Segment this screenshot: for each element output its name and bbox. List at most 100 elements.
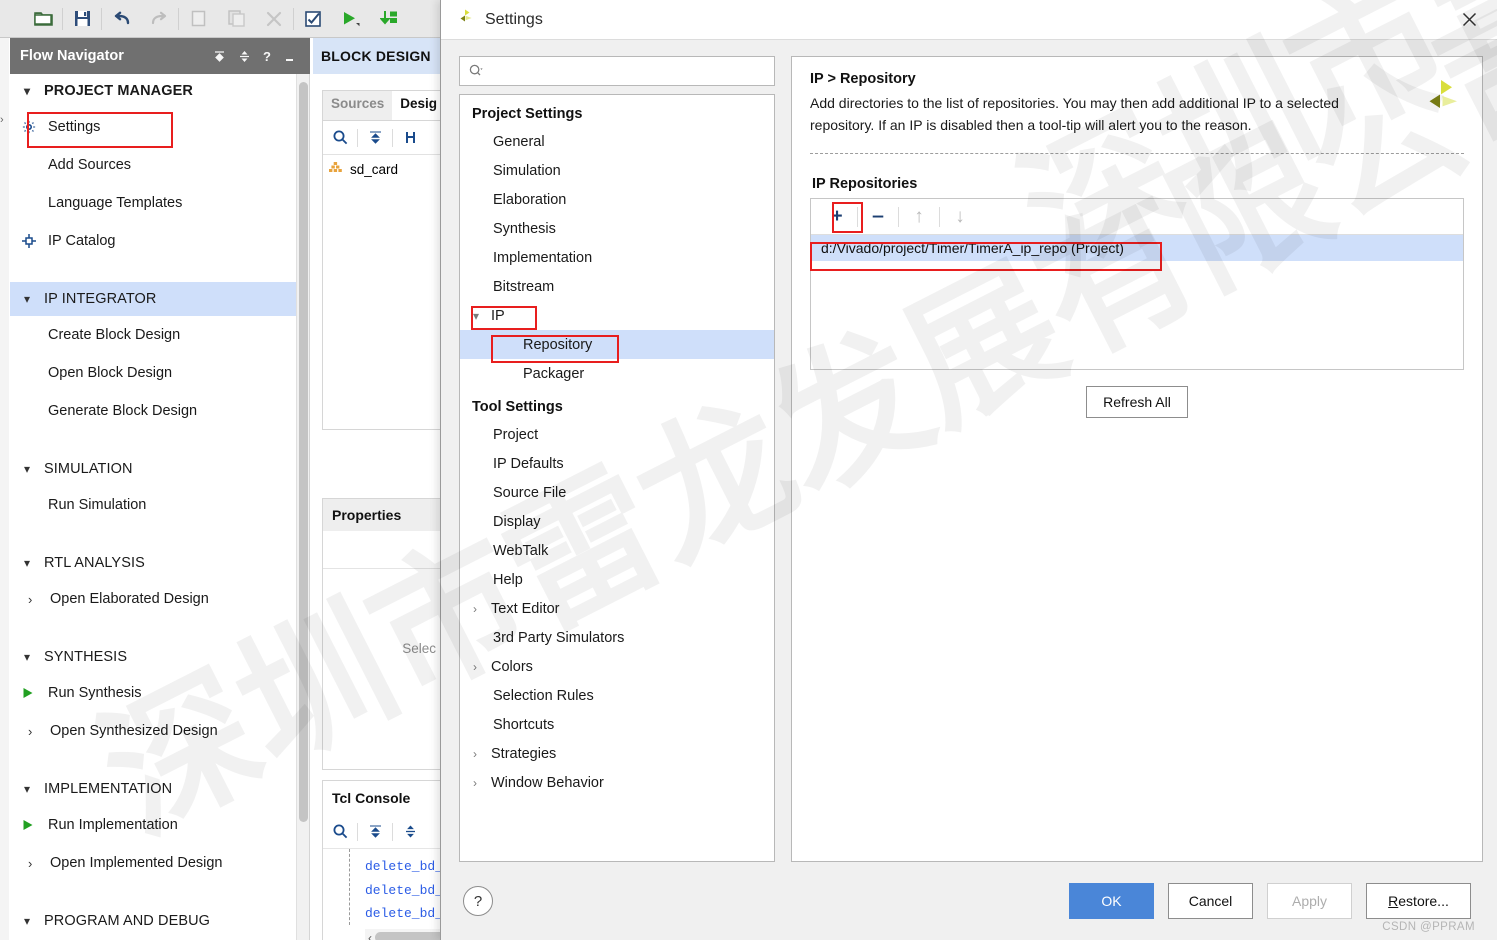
chevron-right-icon[interactable]: › bbox=[473, 602, 491, 616]
chevron-right-icon[interactable]: › bbox=[473, 776, 491, 790]
settings-tree-item-elaboration[interactable]: Elaboration bbox=[460, 185, 774, 214]
settings-tree-item-help[interactable]: Help bbox=[460, 565, 774, 594]
settings-tree-item-source-file[interactable]: Source File bbox=[460, 478, 774, 507]
sources-panel: Sources Desig sd_card bbox=[322, 90, 446, 430]
flow-item-ip-catalog[interactable]: IP Catalog bbox=[10, 222, 309, 260]
block-design-tab[interactable]: BLOCK DESIGN bbox=[313, 38, 440, 74]
settings-tree[interactable]: Project Settings General Simulation Elabor… bbox=[459, 94, 775, 862]
settings-tree-item-packager[interactable]: Packager bbox=[460, 359, 774, 388]
flow-item-add-sources[interactable]: Add Sources bbox=[10, 146, 309, 184]
flow-item-label: Open Elaborated Design bbox=[50, 591, 209, 607]
tab-sources[interactable]: Sources bbox=[323, 91, 392, 120]
search-icon bbox=[469, 64, 483, 78]
settings-tree-item-implementation[interactable]: Implementation bbox=[460, 243, 774, 272]
flow-item-open-block-design[interactable]: Open Block Design bbox=[10, 354, 309, 392]
cancel-button[interactable]: Cancel bbox=[1168, 883, 1253, 919]
flow-item-open-implemented-design[interactable]: › Open Implemented Design bbox=[10, 844, 309, 882]
flow-item-open-synthesized-design[interactable]: › Open Synthesized Design bbox=[10, 712, 309, 750]
download-bitstream-icon[interactable] bbox=[370, 4, 408, 34]
settings-tree-item-general[interactable]: General bbox=[460, 127, 774, 156]
chevron-down-icon[interactable]: ▾ bbox=[24, 914, 44, 928]
flow-item-settings[interactable]: Settings bbox=[10, 108, 309, 146]
close-icon[interactable] bbox=[1441, 0, 1497, 40]
tcl-gutter bbox=[349, 849, 350, 925]
add-button-highlight-box bbox=[832, 202, 863, 233]
settings-tree-item-simulation[interactable]: Simulation bbox=[460, 156, 774, 185]
undo-icon[interactable] bbox=[102, 4, 140, 34]
ip-repositories-list[interactable]: + ‒ ↑ ↓ d:/Vivado/project/Timer/TimerA_i… bbox=[810, 198, 1464, 370]
chevron-right-icon[interactable]: › bbox=[28, 856, 50, 871]
open-project-icon[interactable] bbox=[24, 4, 62, 34]
chevron-down-icon[interactable]: ▾ bbox=[24, 84, 44, 98]
settings-tree-item-bitstream[interactable]: Bitstream bbox=[460, 272, 774, 301]
chevron-down-icon[interactable]: ▾ bbox=[24, 556, 44, 570]
flow-item-run-simulation[interactable]: Run Simulation bbox=[10, 486, 309, 524]
remove-icon[interactable]: ‒ bbox=[858, 202, 898, 232]
flow-item-language-templates[interactable]: Language Templates bbox=[10, 184, 309, 222]
search-icon[interactable] bbox=[323, 130, 357, 145]
settings-tree-item-strategies[interactable]: › Strategies bbox=[460, 739, 774, 768]
settings-tree-item-synthesis[interactable]: Synthesis bbox=[460, 214, 774, 243]
help-button[interactable]: ? bbox=[463, 886, 493, 916]
settings-tree-item-ip-defaults[interactable]: IP Defaults bbox=[460, 449, 774, 478]
chevron-down-icon[interactable]: ▾ bbox=[24, 292, 44, 306]
settings-tree-item-colors[interactable]: › Colors bbox=[460, 652, 774, 681]
settings-tree-item-label: Packager bbox=[523, 365, 585, 382]
settings-tree-item-shortcuts[interactable]: Shortcuts bbox=[460, 710, 774, 739]
tab-design[interactable]: Desig bbox=[392, 91, 446, 120]
chevron-right-icon[interactable]: › bbox=[28, 592, 50, 607]
flow-section-rtl-analysis[interactable]: ▾ RTL ANALYSIS bbox=[10, 546, 309, 580]
settings-tree-item-display[interactable]: Display bbox=[460, 507, 774, 536]
flow-navigator-scrollbar[interactable]: ^ bbox=[296, 74, 309, 940]
chevron-down-icon[interactable]: ▾ bbox=[24, 462, 44, 476]
flow-section-ip-integrator[interactable]: ▾ IP INTEGRATOR bbox=[10, 282, 309, 316]
flow-item-run-synthesis[interactable]: Run Synthesis bbox=[10, 674, 309, 712]
flow-section-program-and-debug[interactable]: ▾ PROGRAM AND DEBUG bbox=[10, 904, 309, 938]
chevron-right-icon[interactable]: › bbox=[473, 660, 491, 674]
save-icon[interactable] bbox=[63, 4, 101, 34]
chevron-right-icon[interactable]: › bbox=[28, 724, 50, 739]
settings-tree-item-project[interactable]: Project bbox=[460, 420, 774, 449]
help-icon[interactable]: ? bbox=[263, 49, 271, 64]
ok-button[interactable]: OK bbox=[1069, 883, 1154, 919]
collapse-all-icon[interactable] bbox=[213, 50, 226, 63]
chevron-down-icon[interactable]: ▾ bbox=[24, 782, 44, 796]
flow-item-create-block-design[interactable]: Create Block Design bbox=[10, 316, 309, 354]
tcl-line: delete_bd_ bbox=[365, 882, 444, 898]
flow-section-spacer bbox=[10, 750, 309, 772]
hierarchy-icon[interactable] bbox=[393, 130, 427, 145]
dialog-footer: ? OK Cancel Apply Restore... CSDN @PPRAM bbox=[441, 862, 1497, 940]
scroll-left-icon[interactable]: ‹ bbox=[365, 931, 375, 940]
collapse-icon[interactable] bbox=[358, 130, 392, 145]
settings-tree-item-label: Text Editor bbox=[491, 600, 560, 617]
settings-tree-item-webtalk[interactable]: WebTalk bbox=[460, 536, 774, 565]
list-item[interactable]: sd_card bbox=[323, 155, 440, 183]
settings-tree-item-selection-rules[interactable]: Selection Rules bbox=[460, 681, 774, 710]
chevron-down-icon[interactable]: ▾ bbox=[24, 650, 44, 664]
refresh-all-button[interactable]: Refresh All bbox=[1086, 386, 1188, 418]
search-input[interactable] bbox=[483, 63, 774, 79]
chevron-right-icon[interactable]: › bbox=[473, 747, 491, 761]
expand-sort-icon[interactable] bbox=[238, 50, 251, 63]
flow-section-synthesis[interactable]: ▾ SYNTHESIS bbox=[10, 640, 309, 674]
restore-button[interactable]: Restore... bbox=[1366, 883, 1471, 919]
flow-item-run-implementation[interactable]: Run Implementation bbox=[10, 806, 309, 844]
checkbox-icon[interactable] bbox=[294, 4, 332, 34]
flow-item-generate-block-design[interactable]: Generate Block Design bbox=[10, 392, 309, 430]
scroll-icon[interactable] bbox=[393, 824, 427, 839]
settings-tree-item-text-editor[interactable]: › Text Editor bbox=[460, 594, 774, 623]
collapse-icon[interactable] bbox=[358, 824, 392, 839]
flow-section-project-manager[interactable]: ▾ PROJECT MANAGER bbox=[10, 74, 309, 108]
settings-tree-item-3rd-party-simulators[interactable]: 3rd Party Simulators bbox=[460, 623, 774, 652]
run-icon[interactable] bbox=[332, 4, 370, 34]
left-edge-scrollbar[interactable]: › bbox=[0, 38, 9, 940]
settings-tree-item-window-behavior[interactable]: › Window Behavior bbox=[460, 768, 774, 797]
tree-section-project-settings: Project Settings bbox=[472, 106, 583, 122]
scrollbar-thumb[interactable] bbox=[299, 82, 308, 822]
flow-section-implementation[interactable]: ▾ IMPLEMENTATION bbox=[10, 772, 309, 806]
search-box[interactable] bbox=[459, 56, 775, 86]
search-icon[interactable] bbox=[323, 824, 357, 839]
minimize-icon[interactable] bbox=[283, 50, 296, 63]
flow-item-open-elaborated-design[interactable]: › Open Elaborated Design bbox=[10, 580, 309, 618]
flow-section-simulation[interactable]: ▾ SIMULATION bbox=[10, 452, 309, 486]
